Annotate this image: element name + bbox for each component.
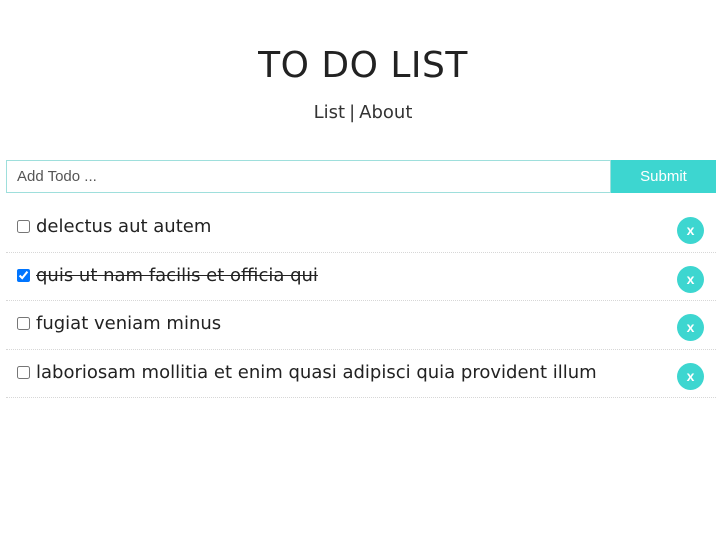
todo-text: quis ut nam facilis et officia qui [36,264,318,286]
nav-link-about[interactable]: About [359,102,412,123]
delete-todo-button[interactable]: x [677,362,704,390]
todo-text: fugiat veniam minus [36,313,222,334]
todo-checkbox[interactable] [17,268,30,282]
delete-todo-button[interactable]: x [677,217,704,244]
todo-checkbox[interactable] [17,365,30,379]
nav-link-list[interactable]: List [314,102,345,123]
main-nav: List | About [0,101,726,125]
todo-item: laboriosam mollitia et enim quasi adipis… [6,350,716,398]
delete-todo-button[interactable]: x [677,265,704,293]
todo-checkbox[interactable] [17,220,30,233]
todo-app: TO DO LIST List|About Submit delectus au… [0,0,726,554]
todo-list: delectus aut autem x quis ut nam facilis… [6,204,716,398]
page-title: TO DO LIST [258,45,468,86]
submit-button[interactable]: Submit [611,160,716,193]
todo-item: delectus aut autem x [6,204,716,253]
todo-item: fugiat veniam minus x [6,301,716,350]
todo-item: quis ut nam facilis et officia qui x [6,253,716,301]
todo-text: laboriosam mollitia et enim quasi adipis… [36,361,597,383]
add-todo-form: Submit [6,160,716,193]
nav-separator: | [349,102,356,123]
add-todo-input[interactable] [6,160,611,193]
delete-todo-button[interactable]: x [677,314,704,341]
todo-checkbox[interactable] [17,317,30,330]
todo-text: delectus aut autem [36,216,212,237]
